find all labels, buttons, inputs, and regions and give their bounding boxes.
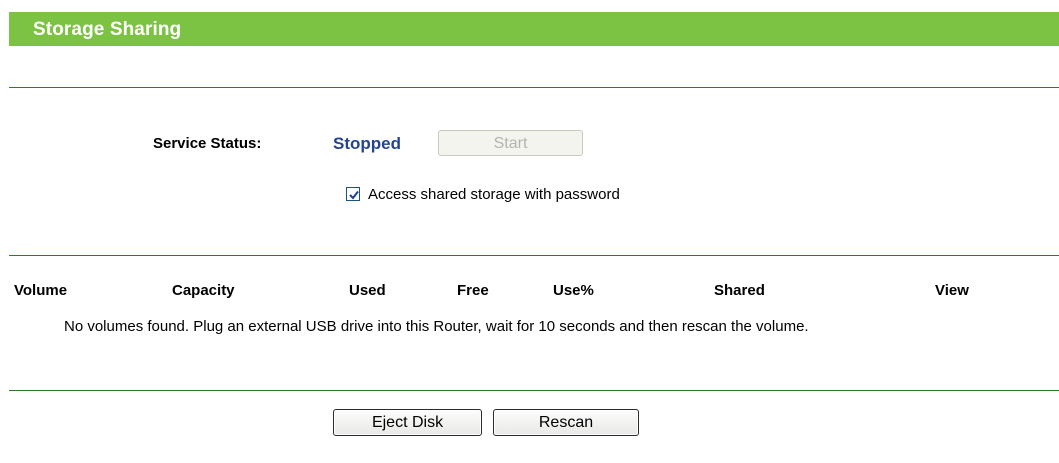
empty-table-message: No volumes found. Plug an external USB d…	[64, 318, 809, 335]
password-checkbox[interactable]	[346, 187, 360, 201]
page-header: Storage Sharing	[9, 12, 1059, 46]
column-header-free: Free	[457, 282, 489, 299]
checkmark-icon	[349, 190, 359, 200]
column-header-used: Used	[349, 282, 386, 299]
column-header-capacity: Capacity	[172, 282, 235, 299]
section-divider	[9, 390, 1059, 391]
section-divider	[9, 255, 1059, 256]
column-header-shared: Shared	[714, 282, 765, 299]
rescan-button[interactable]: Rescan	[493, 409, 639, 436]
password-checkbox-label: Access shared storage with password	[368, 186, 620, 203]
column-header-view: View	[935, 282, 969, 299]
service-status-value: Stopped	[333, 134, 401, 153]
section-divider	[9, 87, 1059, 88]
service-status-label: Service Status:	[153, 135, 262, 152]
column-header-volume: Volume	[14, 282, 68, 299]
eject-disk-button[interactable]: Eject Disk	[333, 409, 482, 436]
column-header-use-percent: Use%	[553, 282, 594, 299]
page-title: Storage Sharing	[33, 19, 182, 40]
start-button[interactable]: Start	[438, 130, 583, 156]
